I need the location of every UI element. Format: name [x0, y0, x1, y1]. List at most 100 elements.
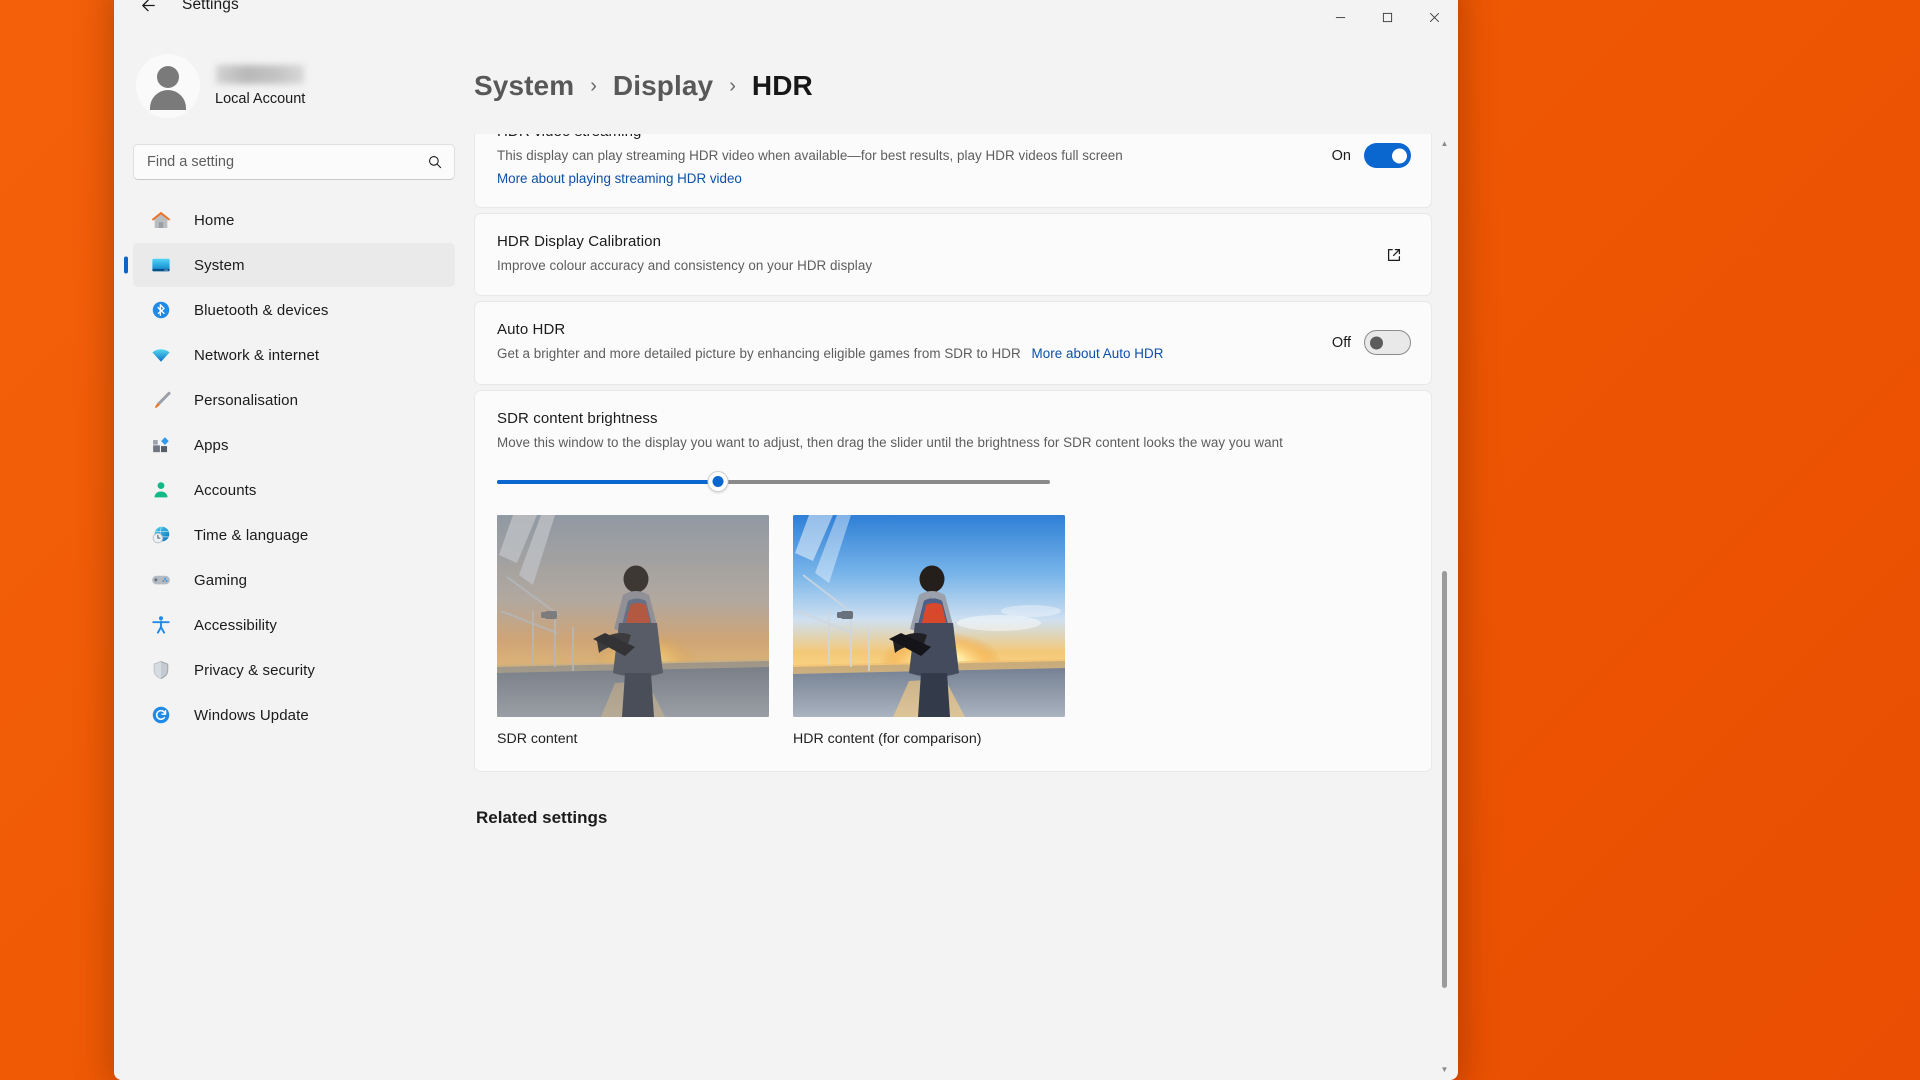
- sidebar-item-label: System: [194, 256, 245, 274]
- sidebar-item-system[interactable]: System: [133, 243, 455, 287]
- external-link-icon[interactable]: [1377, 238, 1411, 272]
- hdr-video-streaming-toggle-state: On: [1331, 147, 1351, 164]
- preview-sdr: SDR content: [497, 514, 769, 747]
- search-input[interactable]: [147, 154, 427, 170]
- auto-hdr-toggle-wrap: Off: [1327, 330, 1411, 356]
- hdr-preview-image: [793, 514, 1065, 717]
- hdr-preview-caption: HDR content (for comparison): [793, 730, 982, 747]
- avatar-body: [150, 90, 186, 110]
- window-title: Settings: [182, 0, 239, 13]
- wifi-icon: [150, 344, 172, 366]
- sidebar-item-apps[interactable]: Apps: [133, 423, 455, 467]
- hdr-video-streaming-toggle[interactable]: [1364, 143, 1411, 169]
- card-auto-hdr: Auto HDR Get a brighter and more detaile…: [474, 301, 1432, 385]
- clock-globe-icon: [150, 524, 172, 546]
- update-icon: [150, 704, 172, 726]
- apps-icon: [150, 434, 172, 456]
- account-name-redacted: [216, 65, 304, 84]
- account-type-label: Local Account: [215, 91, 306, 107]
- sidebar-item-label: Accounts: [194, 481, 257, 499]
- toggle-knob: [1370, 336, 1383, 350]
- breadcrumb-separator-icon: ›: [729, 74, 736, 97]
- gamepad-icon: [150, 569, 172, 591]
- auto-hdr-toggle-state: Off: [1331, 334, 1351, 351]
- preview-hdr: HDR content (for comparison): [793, 514, 1065, 747]
- sdr-hdr-preview-row: SDR content HDR content (for comparison): [497, 514, 1411, 747]
- sdr-content-brightness-title: SDR content brightness: [497, 409, 658, 427]
- sidebar-item-label: Personalisation: [194, 391, 299, 409]
- account-text: Local Account: [215, 65, 305, 107]
- related-settings-heading: Related settings: [476, 807, 608, 827]
- breadcrumb-separator-icon: ›: [590, 74, 597, 97]
- avatar-head: [157, 66, 179, 88]
- scrollbar-track[interactable]: [1438, 154, 1451, 1060]
- scroll-up-arrow-icon[interactable]: ▲: [1441, 134, 1449, 154]
- account-block[interactable]: Local Account: [136, 44, 455, 128]
- more-about-auto-hdr-link[interactable]: More about Auto HDR: [1032, 346, 1164, 361]
- sdr-content-brightness-description: Move this window to the display you want…: [497, 434, 1283, 450]
- sidebar: Local Account Find a setting Home System…: [114, 38, 474, 1080]
- more-about-playing-streaming-hdr-video-link[interactable]: More about playing streaming HDR video: [497, 171, 742, 186]
- sidebar-item-privacy-security[interactable]: Privacy & security: [133, 648, 455, 692]
- content-scrollbar[interactable]: ▲ ▼: [1438, 134, 1451, 1080]
- sidebar-item-home[interactable]: Home: [133, 198, 455, 242]
- breadcrumb-display[interactable]: Display: [613, 70, 713, 102]
- sidebar-item-accounts[interactable]: Accounts: [133, 468, 455, 512]
- paintbrush-icon: [150, 389, 172, 411]
- scroll-down-arrow-icon[interactable]: ▼: [1441, 1060, 1449, 1080]
- shield-icon: [150, 659, 172, 681]
- sidebar-item-label: Gaming: [194, 571, 248, 589]
- card-hdr-video-streaming: HDR video streaming This display can pla…: [474, 134, 1432, 209]
- breadcrumb: System › Display › HDR: [474, 38, 1458, 134]
- search-box[interactable]: [133, 144, 455, 180]
- scrollbar-thumb[interactable]: [1442, 570, 1447, 988]
- minimize-icon: [1335, 16, 1346, 18]
- sidebar-item-bluetooth-devices[interactable]: Bluetooth & devices: [133, 288, 455, 332]
- monitor-icon: [150, 254, 172, 276]
- main-content: System › Display › HDR More about HDR: [474, 38, 1458, 1080]
- sidebar-item-label: Accessibility: [194, 616, 277, 634]
- hdr-video-streaming-description: This display can play streaming HDR vide…: [497, 148, 1123, 163]
- hdr-video-streaming-toggle-wrap: On: [1327, 143, 1411, 169]
- sidebar-item-accessibility[interactable]: Accessibility: [133, 603, 455, 647]
- sdr-brightness-slider-row: [497, 457, 1411, 501]
- card-sdr-content-brightness: SDR content brightness Move this window …: [474, 389, 1432, 772]
- page-title: HDR: [751, 70, 813, 101]
- bluetooth-icon: [150, 299, 172, 321]
- maximize-icon: [1382, 12, 1393, 22]
- sidebar-item-label: Network & internet: [194, 346, 320, 364]
- sidebar-item-network-internet[interactable]: Network & internet: [133, 333, 455, 377]
- sidebar-nav-list: Home System Bluetooth & devices Network …: [133, 198, 455, 737]
- hdr-display-calibration-title: HDR Display Calibration: [497, 233, 662, 251]
- auto-hdr-title: Auto HDR: [497, 321, 566, 339]
- sidebar-item-label: Bluetooth & devices: [194, 301, 329, 319]
- search-icon: [429, 156, 442, 169]
- minimize-button[interactable]: [1317, 0, 1364, 38]
- avatar: [136, 54, 200, 118]
- sidebar-item-windows-update[interactable]: Windows Update: [133, 693, 455, 737]
- sidebar-item-label: Apps: [194, 436, 229, 454]
- maximize-button[interactable]: [1364, 0, 1411, 38]
- sdr-brightness-slider[interactable]: [497, 469, 1050, 495]
- accessibility-icon: [150, 614, 172, 636]
- slider-fill: [497, 479, 719, 484]
- window-body: Local Account Find a setting Home System…: [114, 38, 1458, 1080]
- sidebar-item-personalisation[interactable]: Personalisation: [133, 378, 455, 422]
- sidebar-item-gaming[interactable]: Gaming: [133, 558, 455, 602]
- sdr-preview-caption: SDR content: [497, 730, 578, 747]
- home-icon: [150, 209, 172, 231]
- breadcrumb-system[interactable]: System: [474, 70, 574, 102]
- settings-window: Settings Local Account Find a setting Ho…: [114, 0, 1458, 1080]
- sidebar-item-label: Home: [194, 211, 235, 229]
- sidebar-item-time-language[interactable]: Time & language: [133, 513, 455, 557]
- window-titlebar: Settings: [114, 0, 1458, 38]
- hdr-video-streaming-title: HDR video streaming: [497, 134, 1309, 140]
- card-hdr-display-calibration[interactable]: HDR Display Calibration Improve colour a…: [474, 213, 1432, 297]
- auto-hdr-toggle[interactable]: [1364, 330, 1411, 356]
- sdr-preview-image: [497, 514, 769, 717]
- slider-thumb[interactable]: [707, 471, 729, 493]
- auto-hdr-description: Get a brighter and more detailed picture…: [497, 346, 1021, 362]
- back-button[interactable]: [128, 0, 168, 22]
- close-icon: [1430, 12, 1439, 22]
- close-button[interactable]: [1411, 0, 1458, 38]
